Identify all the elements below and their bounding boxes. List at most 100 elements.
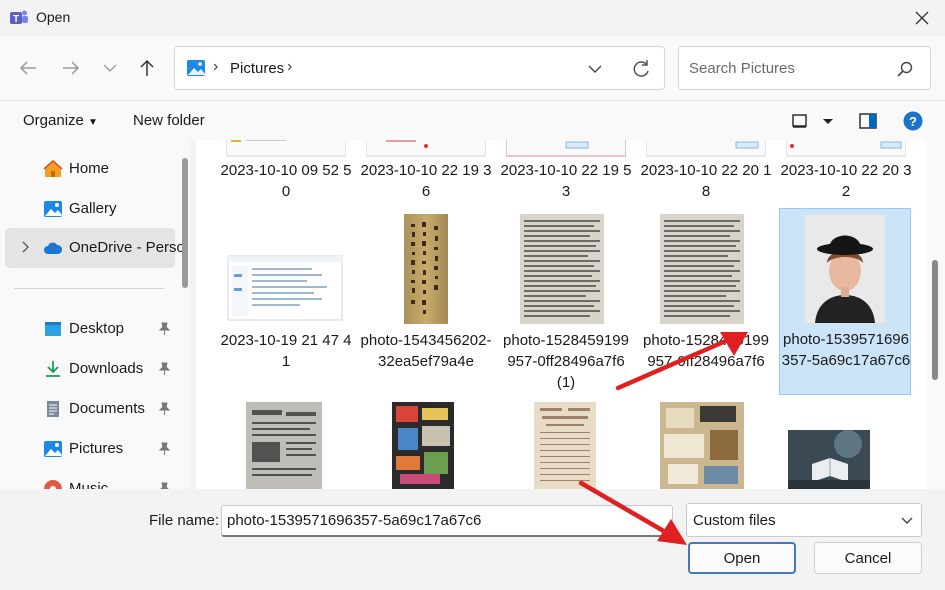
file-tile[interactable] <box>360 402 492 489</box>
file-name: 2023-10-10 09 52 50 <box>220 162 352 200</box>
view-dropdown-icon[interactable] <box>818 111 838 131</box>
file-name: 2023-10-10 22 20 32 <box>780 162 912 200</box>
file-tile[interactable] <box>780 402 912 489</box>
file-tile[interactable]: 2023-10-19 21 47 41 <box>220 210 352 394</box>
forward-button[interactable] <box>55 52 87 84</box>
file-tile[interactable]: 2023-10-10 22 20 18 <box>640 140 772 204</box>
screenshot-thumbnail <box>786 140 906 157</box>
pin-icon[interactable] <box>158 322 171 336</box>
breadcrumb-pictures[interactable]: Pictures <box>230 60 284 77</box>
portrait-thumbnail <box>805 215 885 323</box>
address-history-icon[interactable] <box>585 59 605 79</box>
screenshot-thumbnail <box>506 140 626 157</box>
recent-locations-button[interactable] <box>94 52 126 84</box>
sidebar-divider <box>14 288 164 289</box>
file-tile[interactable]: photo-1528459199957-0ff28496a7f6 <box>640 210 772 394</box>
breadcrumb-separator: › <box>213 58 219 75</box>
help-icon[interactable]: ? <box>903 111 923 131</box>
file-tile[interactable]: photo-1543456202-32ea5ef79a4e <box>360 210 492 394</box>
screenshot-thumbnail <box>366 140 486 157</box>
image-thumbnail <box>788 430 870 489</box>
image-thumbnail <box>660 214 744 324</box>
command-bar: Organize ▼ New folder ? <box>0 100 945 140</box>
sidebar-item-pictures[interactable]: Pictures <box>0 429 175 469</box>
svg-text:?: ? <box>909 114 917 129</box>
sidebar-item-onedrive[interactable]: OneDrive - Perso <box>5 228 185 268</box>
teams-app-icon: T <box>10 10 28 25</box>
window-title: Open <box>36 9 71 25</box>
scrollbar-thumb[interactable] <box>932 260 938 380</box>
pin-icon[interactable] <box>158 442 171 456</box>
breadcrumb-separator[interactable]: › <box>287 58 292 76</box>
chevron-right-icon[interactable] <box>18 240 32 254</box>
sidebar-item-documents[interactable]: Documents <box>0 389 175 429</box>
preview-pane-icon[interactable] <box>858 111 878 131</box>
download-icon <box>46 361 60 377</box>
organize-menu[interactable]: Organize ▼ <box>23 112 98 129</box>
sidebar-item-desktop[interactable]: Desktop <box>0 309 175 349</box>
close-button[interactable] <box>899 0 945 36</box>
address-bar[interactable]: › Pictures › <box>174 46 665 90</box>
file-name: 2023-10-10 22 19 53 <box>500 162 632 200</box>
music-icon <box>44 480 62 489</box>
pictures-icon <box>44 441 62 457</box>
sidebar-item-label: OneDrive - Perso <box>69 239 185 256</box>
cancel-button[interactable]: Cancel <box>814 542 922 574</box>
gallery-icon <box>44 201 62 217</box>
open-button[interactable]: Open <box>688 542 796 574</box>
sidebar-item-downloads[interactable]: Downloads <box>0 349 175 389</box>
image-thumbnail <box>520 214 604 324</box>
search-icon[interactable] <box>896 60 914 78</box>
image-thumbnail <box>660 402 744 489</box>
file-list-view: 2023-10-10 09 52 50 2023-10-10 22 19 36 … <box>196 140 926 489</box>
new-folder-button[interactable]: New folder <box>133 112 205 129</box>
file-tile[interactable]: 2023-10-10 22 19 53 <box>500 140 632 204</box>
sidebar-item-gallery[interactable]: Gallery <box>0 189 175 229</box>
sidebar-item-label: Music <box>69 480 109 489</box>
file-tile[interactable]: 2023-10-10 09 52 50 <box>220 140 352 204</box>
file-type-filter[interactable]: Custom files <box>686 503 922 537</box>
file-tile[interactable] <box>500 402 632 489</box>
image-thumbnail <box>246 402 322 489</box>
sidebar-item-label: Downloads <box>69 360 144 377</box>
search-box[interactable]: Search Pictures <box>678 46 931 90</box>
file-name: photo-1543456202-32ea5ef79a4e <box>360 332 492 370</box>
cloud-icon <box>44 242 63 254</box>
sidebar-item-music[interactable]: Music <box>0 469 175 489</box>
view-options-icon[interactable] <box>790 111 810 131</box>
up-button[interactable] <box>131 52 163 84</box>
file-tile[interactable] <box>220 402 352 489</box>
file-name: photo-1528459199957-0ff28496a7f6 <box>643 332 769 370</box>
up-arrow-icon <box>140 59 154 76</box>
navigation-row: › Pictures › Search Pictures <box>0 36 945 100</box>
file-name: photo-1528459199957-0ff28496a7f6 (1) <box>503 332 629 391</box>
navigation-pane: Home Gallery OneDrive - Perso Desktop Do… <box>0 140 190 489</box>
document-icon <box>47 401 59 417</box>
file-name: 2023-10-10 22 20 18 <box>640 162 772 200</box>
back-button[interactable] <box>12 52 44 84</box>
title-bar: T Open <box>0 0 945 36</box>
sidebar-item-home[interactable]: Home <box>0 149 175 189</box>
dialog-footer: File name: photo-1539571696357-5a69c17a6… <box>0 489 945 590</box>
pin-icon[interactable] <box>158 402 171 416</box>
caret-down-icon: ▼ <box>88 117 98 128</box>
screenshot-thumbnail <box>226 140 346 157</box>
file-name-input[interactable]: photo-1539571696357-5a69c17a67c6 <box>221 505 673 537</box>
image-thumbnail <box>404 214 448 324</box>
sidebar-scrollbar[interactable] <box>182 158 188 288</box>
sidebar-item-label: Documents <box>69 400 145 417</box>
file-tile-selected[interactable]: photo-1539571696357-5a69c17a67c6 <box>779 208 911 395</box>
organize-label: Organize <box>23 112 84 129</box>
back-arrow-icon <box>19 61 36 75</box>
pin-icon[interactable] <box>158 362 171 376</box>
file-tile[interactable]: 2023-10-10 22 19 36 <box>360 140 492 204</box>
file-tile[interactable]: photo-1528459199957-0ff28496a7f6 (1) <box>500 210 632 394</box>
file-list-scrollbar[interactable] <box>926 140 945 489</box>
file-name: 2023-10-10 22 19 36 <box>360 162 492 200</box>
pin-icon[interactable] <box>158 482 171 489</box>
refresh-icon[interactable] <box>630 58 652 80</box>
file-tile[interactable]: 2023-10-10 22 20 32 <box>780 140 912 204</box>
search-input[interactable]: Search Pictures <box>689 60 795 77</box>
image-thumbnail <box>392 402 454 489</box>
file-tile[interactable] <box>640 402 772 489</box>
